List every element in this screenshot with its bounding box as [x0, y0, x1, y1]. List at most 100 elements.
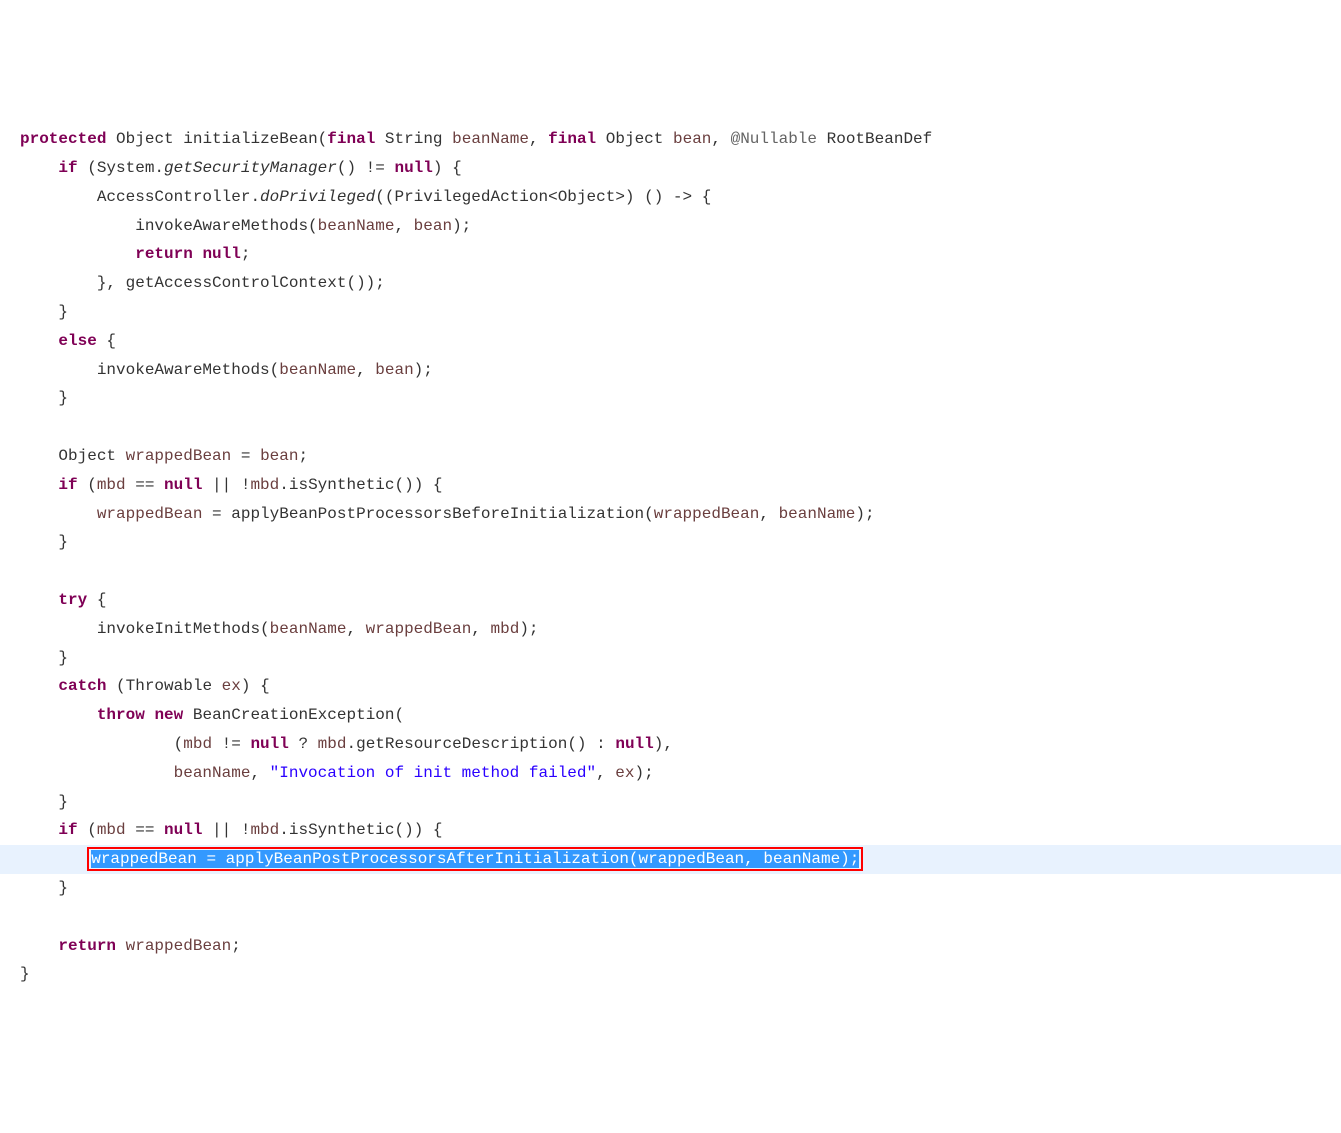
- code-line: }: [20, 644, 1341, 673]
- method-invokeinitmethods: invokeInitMethods: [97, 620, 260, 638]
- method-getsecuritymanager: getSecurityManager: [164, 159, 337, 177]
- param-beanname: beanName: [270, 620, 347, 638]
- code-line: protected Object initializeBean(final St…: [20, 125, 1341, 154]
- method-applyafterinit: applyBeanPostProcessorsAfterInitializati…: [226, 850, 629, 868]
- keyword-else: else: [58, 332, 96, 350]
- method-issynthetic: isSynthetic: [289, 476, 395, 494]
- code-line: }: [20, 298, 1341, 327]
- keyword-protected: protected: [20, 130, 106, 148]
- keyword-throw: throw: [97, 706, 145, 724]
- method-issynthetic: isSynthetic: [289, 821, 395, 839]
- code-line: if (mbd == null || !mbd.isSynthetic()) {: [20, 816, 1341, 845]
- annotation-nullable: @Nullable: [731, 130, 817, 148]
- keyword-try: try: [58, 591, 87, 609]
- type-accesscontroller: AccessController: [97, 188, 251, 206]
- code-line-blank: [20, 413, 1341, 442]
- code-line: invokeInitMethods(beanName, wrappedBean,…: [20, 615, 1341, 644]
- keyword-final: final: [548, 130, 596, 148]
- code-line: try {: [20, 586, 1341, 615]
- keyword-catch: catch: [58, 677, 106, 695]
- var-wrappedbean: wrappedBean: [366, 620, 472, 638]
- var-wrappedbean: wrappedBean: [639, 850, 745, 868]
- code-line: Object wrappedBean = bean;: [20, 442, 1341, 471]
- type-object: Object: [558, 188, 616, 206]
- code-line: else {: [20, 327, 1341, 356]
- code-line: return wrappedBean;: [20, 932, 1341, 961]
- keyword-null: null: [164, 821, 202, 839]
- var-wrappedbean: wrappedBean: [91, 850, 197, 868]
- keyword-null: null: [164, 476, 202, 494]
- code-line-blank: [20, 903, 1341, 932]
- keyword-if: if: [58, 476, 77, 494]
- var-wrappedbean: wrappedBean: [126, 937, 232, 955]
- method-getaccesscontrolcontext: getAccessControlContext: [126, 274, 347, 292]
- method-invokeawaremethods: invokeAwareMethods: [135, 217, 308, 235]
- param-ex: ex: [222, 677, 241, 695]
- code-line: }: [20, 960, 1341, 989]
- code-line: }: [20, 384, 1341, 413]
- type-beancreationexception: BeanCreationException: [193, 706, 395, 724]
- type-throwable: Throwable: [126, 677, 212, 695]
- param-beanname: beanName: [174, 764, 251, 782]
- param-mbd: mbd: [318, 735, 347, 753]
- keyword-return: return: [58, 937, 116, 955]
- keyword-final: final: [327, 130, 375, 148]
- code-line: }, getAccessControlContext());: [20, 269, 1341, 298]
- type-object: Object: [606, 130, 664, 148]
- type-system: System: [97, 159, 155, 177]
- code-line: wrappedBean = applyBeanPostProcessorsBef…: [20, 500, 1341, 529]
- type-object: Object: [116, 130, 174, 148]
- code-line: catch (Throwable ex) {: [20, 672, 1341, 701]
- highlight-box: wrappedBean = applyBeanPostProcessorsAft…: [87, 847, 863, 871]
- code-line: beanName, "Invocation of init method fai…: [20, 759, 1341, 788]
- param-mbd: mbd: [250, 821, 279, 839]
- param-beanname: beanName: [779, 505, 856, 523]
- code-line: AccessController.doPrivileged((Privilege…: [20, 183, 1341, 212]
- param-beanname: beanName: [452, 130, 529, 148]
- keyword-if: if: [58, 821, 77, 839]
- highlighted-line: wrappedBean = applyBeanPostProcessorsAft…: [0, 845, 1341, 874]
- code-line: invokeAwareMethods(beanName, bean);: [20, 212, 1341, 241]
- param-mbd: mbd: [250, 476, 279, 494]
- method-invokeawaremethods: invokeAwareMethods: [97, 361, 270, 379]
- selected-text: wrappedBean = applyBeanPostProcessorsAft…: [91, 850, 859, 868]
- method-applybeforeinit: applyBeanPostProcessorsBeforeInitializat…: [231, 505, 644, 523]
- code-line: return null;: [20, 240, 1341, 269]
- param-mbd: mbd: [97, 821, 126, 839]
- type-object: Object: [58, 447, 116, 465]
- code-line: if (mbd == null || !mbd.isSynthetic()) {: [20, 471, 1341, 500]
- keyword-null: null: [202, 245, 240, 263]
- type-rootbeandef: RootBeanDef: [827, 130, 933, 148]
- param-beanname: beanName: [318, 217, 395, 235]
- code-line: if (System.getSecurityManager() != null)…: [20, 154, 1341, 183]
- param-ex: ex: [615, 764, 634, 782]
- param-bean: bean: [375, 361, 413, 379]
- code-line: }: [20, 528, 1341, 557]
- param-mbd: mbd: [97, 476, 126, 494]
- param-beanname: beanName: [279, 361, 356, 379]
- keyword-null: null: [250, 735, 288, 753]
- param-bean: bean: [260, 447, 298, 465]
- param-bean: bean: [414, 217, 452, 235]
- type-privilegedaction: PrivilegedAction: [394, 188, 548, 206]
- keyword-new: new: [154, 706, 183, 724]
- keyword-if: if: [58, 159, 77, 177]
- string-literal: "Invocation of init method failed": [270, 764, 596, 782]
- var-wrappedbean: wrappedBean: [97, 505, 203, 523]
- keyword-null: null: [394, 159, 432, 177]
- keyword-null: null: [615, 735, 653, 753]
- code-line: }: [20, 874, 1341, 903]
- code-line: (mbd != null ? mbd.getResourceDescriptio…: [20, 730, 1341, 759]
- code-line: invokeAwareMethods(beanName, bean);: [20, 356, 1341, 385]
- method-doprivileged: doPrivileged: [260, 188, 375, 206]
- type-string: String: [385, 130, 443, 148]
- method-name: initializeBean: [183, 130, 317, 148]
- param-beanname: beanName: [763, 850, 840, 868]
- param-mbd: mbd: [183, 735, 212, 753]
- var-wrappedbean: wrappedBean: [126, 447, 232, 465]
- param-mbd: mbd: [491, 620, 520, 638]
- param-bean: bean: [673, 130, 711, 148]
- var-wrappedbean: wrappedBean: [654, 505, 760, 523]
- code-line: }: [20, 788, 1341, 817]
- method-getresourcedescription: getResourceDescription: [356, 735, 567, 753]
